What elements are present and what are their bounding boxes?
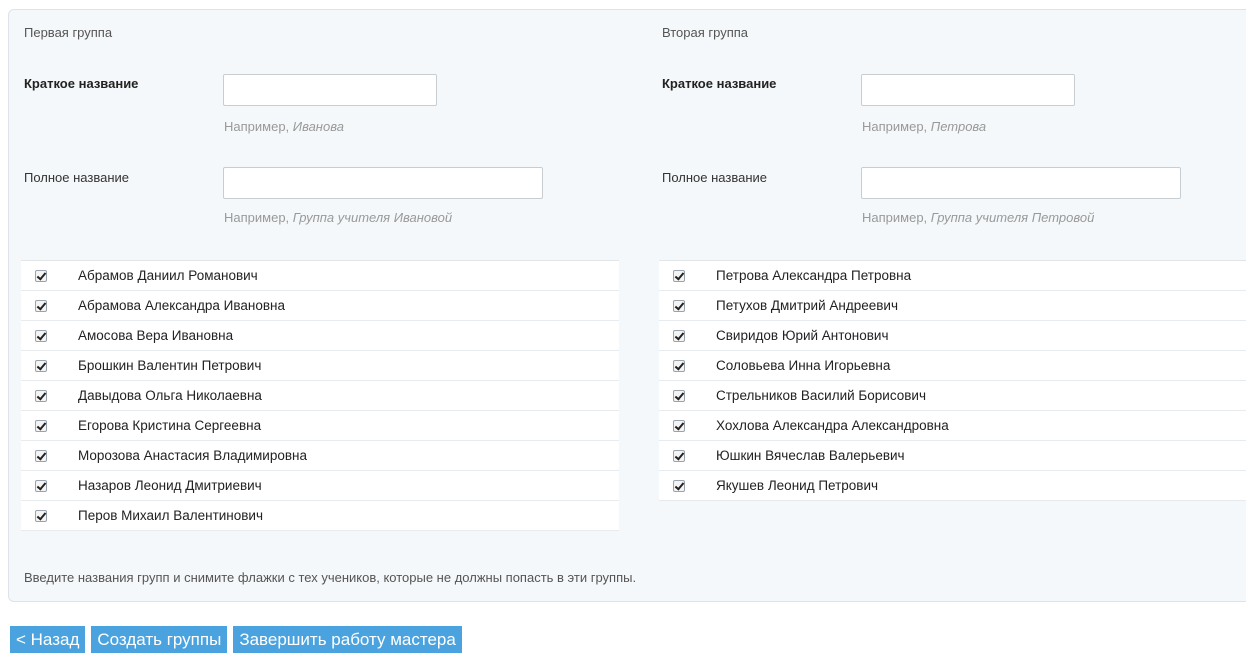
student-name: Абрамов Даниил Романович xyxy=(78,268,258,283)
student-name: Абрамова Александра Ивановна xyxy=(78,298,285,313)
student-checkbox[interactable] xyxy=(673,299,685,312)
student-name: Якушев Леонид Петрович xyxy=(716,478,879,493)
student-row[interactable]: Соловьева Инна Игорьевна xyxy=(659,351,1246,381)
student-checkbox[interactable] xyxy=(673,359,685,372)
student-checkbox[interactable] xyxy=(35,359,47,372)
student-name: Свиридов Юрий Антонович xyxy=(716,328,889,343)
student-name: Егорова Кристина Сергеевна xyxy=(78,418,262,433)
first-group-full-name-input[interactable] xyxy=(223,167,543,199)
student-checkbox[interactable] xyxy=(35,419,47,432)
student-row[interactable]: Назаров Леонид Дмитриевич xyxy=(21,471,619,501)
wizard-buttons: < Назад Создать группы Завершить работу … xyxy=(10,626,462,653)
student-row[interactable]: Морозова Анастасия Владимировна xyxy=(21,441,619,471)
student-name: Давыдова Ольга Николаевна xyxy=(78,388,262,403)
second-group-short-name-input[interactable] xyxy=(861,74,1075,106)
student-checkbox[interactable] xyxy=(673,449,685,462)
student-row[interactable]: Юшкин Вячеслав Валерьевич xyxy=(659,441,1246,471)
student-row[interactable]: Петухов Дмитрий Андреевич xyxy=(659,291,1246,321)
create-groups-button[interactable]: Создать группы xyxy=(91,626,228,653)
student-checkbox[interactable] xyxy=(673,479,685,492)
student-name: Соловьева Инна Игорьевна xyxy=(716,358,891,373)
student-name: Назаров Леонид Дмитриевич xyxy=(78,478,262,493)
back-button[interactable]: < Назад xyxy=(10,626,86,653)
student-row[interactable]: Петрова Александра Петровна xyxy=(659,261,1246,291)
first-group-short-name-input[interactable] xyxy=(223,74,437,106)
second-group-full-name-label: Полное название xyxy=(662,170,768,185)
student-row[interactable]: Свиридов Юрий Антонович xyxy=(659,321,1246,351)
instruction-text: Введите названия групп и снимите флажки … xyxy=(24,570,637,585)
student-checkbox[interactable] xyxy=(35,389,47,402)
student-checkbox[interactable] xyxy=(673,419,685,432)
second-group-full-name-input[interactable] xyxy=(861,167,1181,199)
student-name: Брошкин Валентин Петрович xyxy=(78,358,262,373)
finish-wizard-button[interactable]: Завершить работу мастера xyxy=(233,626,462,653)
student-name: Петрова Александра Петровна xyxy=(716,268,912,283)
student-row[interactable]: Амосова Вера Ивановна xyxy=(21,321,619,351)
second-group-short-name-hint: Например, Петрова xyxy=(862,119,987,134)
student-row[interactable]: Давыдова Ольга Николаевна xyxy=(21,381,619,411)
student-checkbox[interactable] xyxy=(673,389,685,402)
student-checkbox[interactable] xyxy=(35,329,47,342)
student-row[interactable]: Стрельников Василий Борисович xyxy=(659,381,1246,411)
student-row[interactable]: Абрамов Даниил Романович xyxy=(21,261,619,291)
student-row[interactable]: Хохлова Александра Александровна xyxy=(659,411,1246,441)
student-row[interactable]: Абрамова Александра Ивановна xyxy=(21,291,619,321)
first-group-full-name-hint: Например, Группа учителя Ивановой xyxy=(224,210,453,225)
first-group-title: Первая группа xyxy=(24,25,113,40)
first-group-student-list: Абрамов Даниил Романович Абрамова Алексан… xyxy=(21,260,619,531)
student-checkbox[interactable] xyxy=(35,299,47,312)
student-checkbox[interactable] xyxy=(673,329,685,342)
student-row[interactable]: Брошкин Валентин Петрович xyxy=(21,351,619,381)
student-name: Морозова Анастасия Владимировна xyxy=(78,448,307,463)
student-checkbox[interactable] xyxy=(35,479,47,492)
student-checkbox[interactable] xyxy=(35,509,47,522)
student-checkbox[interactable] xyxy=(35,269,47,282)
student-name: Хохлова Александра Александровна xyxy=(716,418,949,433)
second-group-full-name-hint: Например, Группа учителя Петровой xyxy=(862,210,1095,225)
student-row[interactable]: Егорова Кристина Сергеевна xyxy=(21,411,619,441)
student-name: Юшкин Вячеслав Валерьевич xyxy=(716,448,905,463)
student-row[interactable]: Якушев Леонид Петрович xyxy=(659,471,1246,501)
student-checkbox[interactable] xyxy=(673,269,685,282)
wizard-panel: Первая группа Краткое название Например,… xyxy=(8,9,1246,602)
second-group-short-name-label: Краткое название xyxy=(662,76,777,91)
student-name: Петухов Дмитрий Андреевич xyxy=(716,298,898,313)
second-group-student-list: Петрова Александра Петровна Петухов Дмитр… xyxy=(659,260,1246,501)
student-name: Стрельников Василий Борисович xyxy=(716,388,926,403)
second-group-title: Вторая группа xyxy=(662,25,749,40)
student-row[interactable]: Перов Михаил Валентинович xyxy=(21,501,619,531)
student-name: Амосова Вера Ивановна xyxy=(78,328,234,343)
first-group-full-name-label: Полное название xyxy=(24,170,130,185)
first-group-short-name-label: Краткое название xyxy=(24,76,139,91)
first-group-short-name-hint: Например, Иванова xyxy=(224,119,344,134)
student-checkbox[interactable] xyxy=(35,449,47,462)
student-name: Перов Михаил Валентинович xyxy=(78,508,263,523)
